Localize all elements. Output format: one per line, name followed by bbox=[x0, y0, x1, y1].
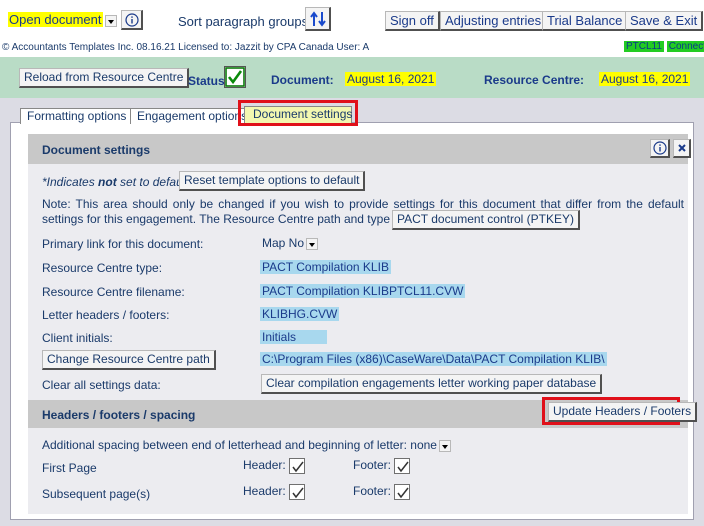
checkmark-icon bbox=[397, 461, 409, 473]
spacing-value: none bbox=[410, 438, 437, 452]
rc-date: August 16, 2021 bbox=[599, 72, 691, 86]
default-note-prefix: *Indicates bbox=[42, 175, 99, 189]
first-page-footer: Footer: bbox=[353, 458, 411, 474]
sort-label: Sort paragraph groups: bbox=[178, 14, 312, 29]
header-label: Header: bbox=[243, 484, 286, 499]
document-settings-title: Document settings bbox=[42, 143, 151, 157]
primary-link-value: Map No bbox=[262, 236, 305, 250]
subsequent-header-checkbox[interactable] bbox=[289, 484, 306, 500]
change-rc-path-button[interactable]: Change Resource Centre path bbox=[42, 350, 216, 370]
subsequent-footer-checkbox[interactable] bbox=[394, 484, 411, 500]
tab-engagement-options[interactable]: Engagement options bbox=[130, 108, 255, 124]
default-note-bold: not bbox=[98, 175, 117, 189]
rc-type-value[interactable]: PACT Compilation KLIB bbox=[260, 260, 391, 274]
sort-button[interactable] bbox=[305, 7, 331, 31]
clear-settings-label: Clear all settings data: bbox=[42, 378, 161, 392]
checkmark-icon bbox=[292, 461, 304, 473]
adjusting-entries-button[interactable]: Adjusting entries bbox=[440, 11, 548, 31]
rc-filename-label: Resource Centre filename: bbox=[42, 285, 185, 299]
open-document-label: Open document bbox=[8, 12, 103, 27]
default-note: *Indicates not set to default bbox=[42, 175, 189, 189]
client-initials-input[interactable]: Initials bbox=[260, 330, 327, 344]
checkmark-icon bbox=[292, 487, 304, 499]
chevron-down-icon bbox=[306, 237, 319, 250]
save-exit-button[interactable]: Save & Exit bbox=[625, 11, 704, 31]
rc-filename-value[interactable]: PACT Compilation KLIBPTCL11.CVW bbox=[260, 284, 466, 298]
info-icon bbox=[124, 12, 139, 27]
primary-link-select[interactable]: Map No bbox=[262, 236, 319, 250]
rc-path-value[interactable]: C:\Program Files (x86)\CaseWare\Data\PAC… bbox=[260, 352, 607, 366]
info-button[interactable] bbox=[121, 10, 143, 30]
close-icon bbox=[677, 144, 686, 152]
checkmark-icon bbox=[225, 67, 245, 87]
status-label: Status: bbox=[188, 74, 229, 88]
clear-database-button[interactable]: Clear compilation engagements letter wor… bbox=[261, 374, 603, 394]
subsequent-header: Header: bbox=[243, 484, 306, 500]
update-headers-button[interactable]: Update Headers / Footers bbox=[548, 402, 698, 422]
default-note-suffix: set to default bbox=[116, 175, 189, 189]
sort-arrows-icon bbox=[309, 10, 326, 27]
letter-headers-label: Letter headers / footers: bbox=[42, 308, 170, 322]
trial-balance-button[interactable]: Trial Balance bbox=[542, 11, 629, 31]
rc-type-label: Resource Centre type: bbox=[42, 261, 163, 275]
spacing-row: Additional spacing between end of letter… bbox=[42, 438, 451, 452]
first-page-footer-checkbox[interactable] bbox=[394, 458, 411, 474]
copyright-text: © Accountants Templates Inc. 08.16.21 Li… bbox=[2, 42, 370, 53]
letter-headers-value[interactable]: KLIBHG.CVW bbox=[260, 307, 340, 321]
tab-label: Document settings bbox=[253, 107, 353, 121]
client-initials-label: Client initials: bbox=[42, 331, 113, 345]
checkmark-icon bbox=[397, 487, 409, 499]
first-page-header: Header: bbox=[243, 458, 306, 474]
reload-button[interactable]: Reload from Resource Centre bbox=[19, 68, 190, 88]
pact-document-control-button[interactable]: PACT document control (PTKEY) bbox=[392, 210, 580, 230]
first-page-label: First Page bbox=[42, 461, 97, 475]
headers-section-title: Headers / footers / spacing bbox=[42, 408, 196, 422]
spacing-select[interactable]: none bbox=[410, 438, 451, 452]
note-text: Note: This area should only be changed i… bbox=[42, 197, 684, 226]
info-icon bbox=[652, 141, 667, 155]
subsequent-pages-label: Subsequent page(s) bbox=[42, 487, 151, 501]
document-label: Document: bbox=[271, 73, 334, 87]
footer-label: Footer: bbox=[353, 458, 392, 473]
tab-formatting-options[interactable]: Formatting options bbox=[20, 108, 134, 124]
first-page-header-checkbox[interactable] bbox=[289, 458, 306, 474]
panel-close-button[interactable] bbox=[673, 139, 691, 158]
open-document-dropdown[interactable]: Open document bbox=[8, 12, 117, 27]
sign-off-button[interactable]: Sign off bbox=[385, 11, 440, 31]
status-check bbox=[224, 66, 246, 88]
spacing-label: Additional spacing between end of letter… bbox=[42, 438, 407, 452]
document-date: August 16, 2021 bbox=[345, 72, 437, 86]
rc-label: Resource Centre: bbox=[484, 73, 585, 87]
tab-label: Formatting options bbox=[27, 109, 127, 123]
connected-badge: Connected bbox=[666, 41, 704, 52]
client-initials-value: Initials bbox=[262, 330, 297, 344]
footer-label: Footer: bbox=[353, 484, 392, 499]
subsequent-footer: Footer: bbox=[353, 484, 411, 500]
panel-info-button[interactable] bbox=[650, 139, 670, 158]
primary-link-label: Primary link for this document: bbox=[42, 237, 204, 251]
ptcl-badge: PTCL11 bbox=[624, 41, 664, 52]
header-label: Header: bbox=[243, 458, 286, 473]
connection-status: PTCL11 Connected bbox=[624, 41, 704, 52]
tab-document-settings[interactable]: Document settings bbox=[244, 106, 352, 123]
note-paragraph: Note: This area should only be changed i… bbox=[42, 197, 684, 227]
chevron-down-icon bbox=[104, 14, 117, 27]
tab-label: Engagement options bbox=[137, 109, 248, 123]
chevron-down-icon bbox=[438, 439, 451, 452]
reset-defaults-button[interactable]: Reset template options to default bbox=[179, 171, 366, 191]
